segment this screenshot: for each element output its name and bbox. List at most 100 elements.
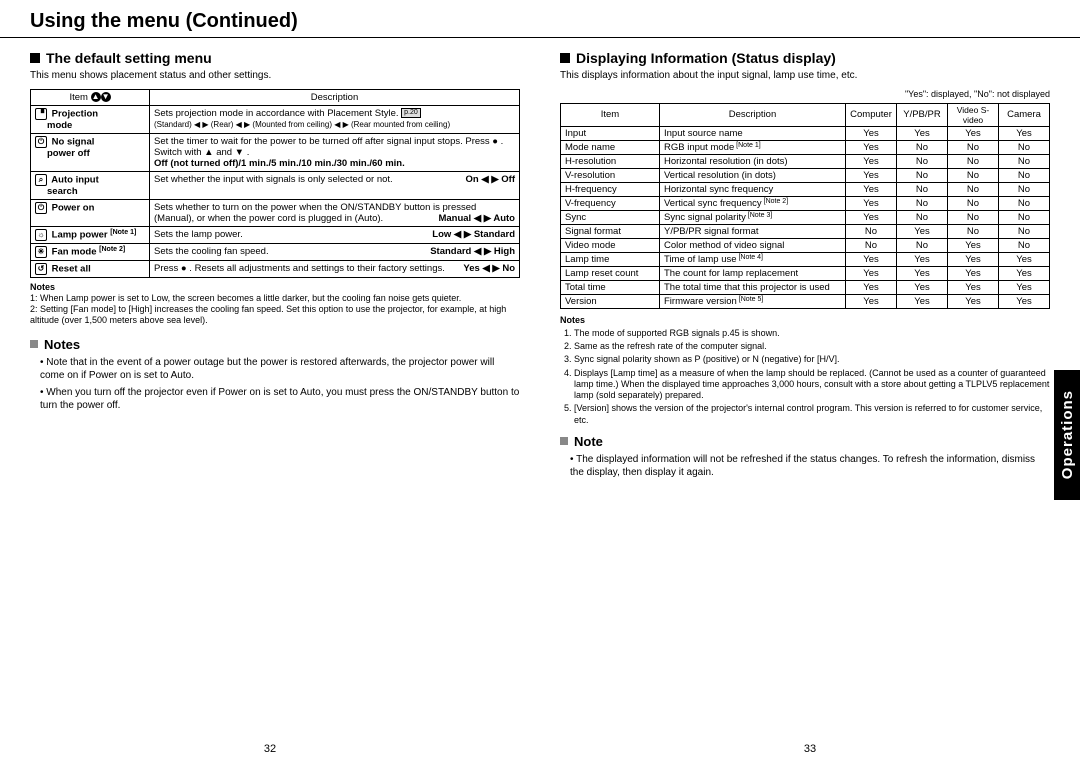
left-column: The default setting menu This menu shows… [30, 46, 520, 483]
status-value: Yes [897, 126, 948, 140]
left-bullet2: When you turn off the projector even if … [40, 386, 520, 412]
status-desc: The count for lamp replacement [660, 266, 846, 280]
left-heading: The default setting menu [46, 50, 212, 66]
status-desc: Input source name [660, 126, 846, 140]
status-item: Input [561, 126, 660, 140]
right-note-bullet: The displayed information will not be re… [570, 453, 1050, 479]
row0-item1: Projection [52, 108, 98, 119]
side-tab: Operations [1054, 370, 1080, 500]
note-ref: [Note 5] [737, 296, 763, 303]
row3-item1: Power on [52, 202, 95, 213]
left-fn2: 2: Setting [Fan mode] to [High] increase… [30, 304, 506, 325]
status-value: Yes [846, 280, 897, 294]
status-value: No [897, 196, 948, 210]
row0-item2: mode [35, 120, 145, 131]
status-value: Yes [897, 266, 948, 280]
status-desc: Firmware version [Note 5] [660, 294, 846, 308]
status-value: Yes [846, 196, 897, 210]
right-footnotes: Notes The mode of supported RGB signals … [560, 315, 1050, 426]
th-desc: Description [660, 103, 846, 126]
status-desc: Vertical resolution (in dots) [660, 168, 846, 182]
th-c1: Computer [846, 103, 897, 126]
r-fn4: Displays [Lamp time] as a measure of whe… [574, 368, 1050, 402]
page-ref-icon: p.20 [401, 108, 421, 118]
row4-desc: Sets the lamp power. [154, 229, 243, 240]
status-item: Sync [561, 210, 660, 224]
status-value: Yes [846, 182, 897, 196]
note-ref: [Note 4] [737, 254, 763, 261]
status-value: Yes [999, 294, 1050, 308]
status-value: No [846, 238, 897, 252]
status-item: Lamp time [561, 252, 660, 266]
status-value: Yes [846, 126, 897, 140]
row5-tail: Standard ◀ ▶ High [430, 246, 515, 257]
status-item: Mode name [561, 140, 660, 154]
status-desc: RGB input mode [Note 1] [660, 140, 846, 154]
status-value: Yes [846, 154, 897, 168]
table-row: SyncSync signal polarity [Note 3]YesNoNo… [561, 210, 1050, 224]
row2-item1: Auto input [51, 174, 98, 185]
status-item: H-frequency [561, 182, 660, 196]
status-value: No [948, 182, 999, 196]
row2-tail: On ◀ ▶ Off [466, 174, 515, 185]
status-value: No [999, 210, 1050, 224]
row1-tail: Off (not turned off)/1 min./5 min./10 mi… [154, 158, 405, 169]
status-value: No [897, 210, 948, 224]
status-value: Yes [897, 252, 948, 266]
row5-desc: Sets the cooling fan speed. [154, 246, 269, 257]
square-icon [560, 53, 570, 63]
note-ref: [Note 2] [762, 198, 788, 205]
left-bullets: Note that in the event of a power outage… [30, 356, 520, 412]
th-desc: Description [150, 89, 520, 105]
timer-icon: ⏻ [35, 136, 47, 148]
status-value: Yes [846, 168, 897, 182]
row5-note: [Note 2] [99, 246, 125, 253]
power-icon: ⏻ [35, 202, 47, 214]
right-heading: Displaying Information (Status display) [576, 50, 836, 66]
down-icon: ▼ [101, 92, 111, 102]
r-fn3: Sync signal polarity shown as P (positiv… [574, 354, 1050, 365]
row4-item1: Lamp power [52, 229, 108, 240]
status-value: Yes [846, 294, 897, 308]
status-item: Version [561, 294, 660, 308]
status-value: Yes [999, 280, 1050, 294]
note-ref: [Note 1] [734, 142, 760, 149]
th-c2: Y/PB/PR [897, 103, 948, 126]
row1-desc: Set the timer to wait for the power to b… [154, 136, 503, 158]
row4-tail: Low ◀ ▶ Standard [432, 229, 515, 240]
status-value: Yes [897, 224, 948, 238]
status-value: No [846, 224, 897, 238]
status-value: No [948, 168, 999, 182]
row0-tail: (Standard) ◀ ▶ (Rear) ◀ ▶ (Mounted from … [154, 120, 450, 129]
status-value: No [948, 196, 999, 210]
status-item: H-resolution [561, 154, 660, 168]
row1-item2: power off [35, 148, 145, 159]
table-row: Video modeColor method of video signalNo… [561, 238, 1050, 252]
status-value: Yes [948, 266, 999, 280]
status-desc: Color method of video signal [660, 238, 846, 252]
th-c3: Video S-video [948, 103, 999, 126]
table-row: V-resolutionVertical resolution (in dots… [561, 168, 1050, 182]
status-value: Yes [897, 294, 948, 308]
row5-item1: Fan mode [52, 246, 97, 257]
status-item: Lamp reset count [561, 266, 660, 280]
status-item: V-resolution [561, 168, 660, 182]
row1-item1: No signal [52, 136, 95, 147]
status-desc: Y/PB/PR signal format [660, 224, 846, 238]
note-ref: [Note 3] [746, 212, 772, 219]
r-fn1: The mode of supported RGB signals p.45 i… [574, 328, 1050, 339]
status-value: Yes [846, 252, 897, 266]
r-fn5: [Version] shows the version of the proje… [574, 403, 1050, 426]
square-icon [30, 53, 40, 63]
status-value: No [999, 154, 1050, 168]
reset-icon: ↺ [35, 263, 47, 275]
notes-label: Notes [560, 315, 585, 325]
page-title: Using the menu (Continued) [0, 0, 1080, 38]
status-value: Yes [999, 252, 1050, 266]
square-icon [30, 340, 38, 348]
status-value: No [999, 182, 1050, 196]
status-value: No [999, 238, 1050, 252]
status-desc: Horizontal resolution (in dots) [660, 154, 846, 168]
legend: "Yes": displayed, "No": not displayed [560, 89, 1050, 99]
status-table: Item Description Computer Y/PB/PR Video … [560, 103, 1050, 309]
